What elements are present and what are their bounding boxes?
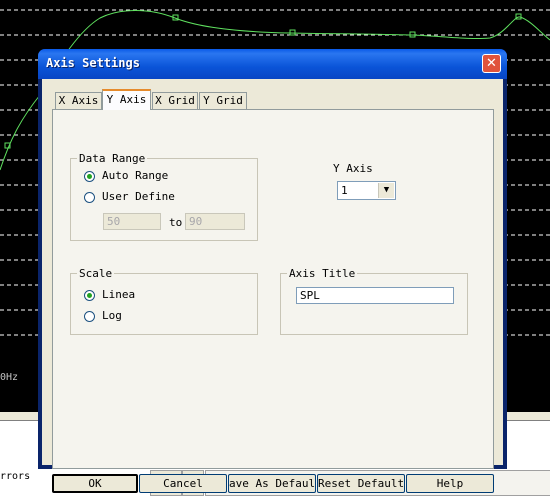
- axis-title-input[interactable]: SPL: [296, 287, 454, 304]
- auto-range-label[interactable]: Auto Range: [102, 169, 168, 182]
- cancel-button[interactable]: Cancel: [139, 474, 227, 493]
- scale-group-label: Scale: [77, 267, 115, 280]
- tab-x-axis[interactable]: X Axis: [55, 92, 102, 109]
- tab-panel: Data Range Auto Range User Define 50 to …: [52, 109, 494, 469]
- frequency-axis-label: 0Hz: [0, 372, 19, 383]
- y-axis-select-value: 1: [341, 184, 348, 197]
- axis-title-group-label: Axis Title: [287, 267, 358, 280]
- axis-title-group: Axis Title SPL: [280, 267, 468, 335]
- chevron-down-icon[interactable]: ▼: [378, 183, 394, 198]
- save-as-defaults-button[interactable]: ave As Defaul: [228, 474, 316, 493]
- linear-scale-label[interactable]: Linea: [102, 288, 135, 301]
- dialog-titlebar[interactable]: Axis Settings ✕: [38, 49, 507, 79]
- data-range-group: Data Range Auto Range User Define 50 to …: [70, 152, 258, 241]
- data-range-group-label: Data Range: [77, 152, 148, 165]
- close-icon: ✕: [486, 56, 497, 71]
- scale-group: Scale Linea Log: [70, 267, 258, 335]
- tab-x-grid[interactable]: X Grid: [152, 92, 198, 109]
- log-scale-radio[interactable]: [84, 311, 95, 322]
- y-axis-label: Y Axis: [333, 162, 373, 175]
- errors-label: rrors: [0, 471, 31, 482]
- range-min-input[interactable]: 50: [103, 213, 161, 230]
- tab-y-axis[interactable]: Y Axis: [102, 89, 151, 110]
- auto-range-radio[interactable]: [84, 171, 95, 182]
- linear-scale-radio[interactable]: [84, 290, 95, 301]
- axis-settings-dialog: Axis Settings ✕ X Axis Y Axis X Grid Y G…: [38, 49, 507, 493]
- user-defined-label[interactable]: User Define: [102, 190, 175, 203]
- dialog-title: Axis Settings: [46, 56, 140, 70]
- range-to-label: to: [169, 216, 183, 229]
- y-axis-select[interactable]: 1 ▼: [337, 181, 396, 200]
- tab-y-grid[interactable]: Y Grid: [199, 92, 247, 109]
- reset-defaults-button[interactable]: Reset Defaults: [317, 474, 405, 493]
- help-button[interactable]: Help: [406, 474, 494, 493]
- range-max-input[interactable]: 90: [185, 213, 245, 230]
- ok-button[interactable]: OK: [52, 474, 138, 493]
- user-defined-radio[interactable]: [84, 192, 95, 203]
- close-button[interactable]: ✕: [482, 54, 501, 73]
- dialog-body: X Axis Y Axis X Grid Y Grid Data Range A…: [42, 79, 503, 493]
- log-scale-label[interactable]: Log: [102, 309, 122, 322]
